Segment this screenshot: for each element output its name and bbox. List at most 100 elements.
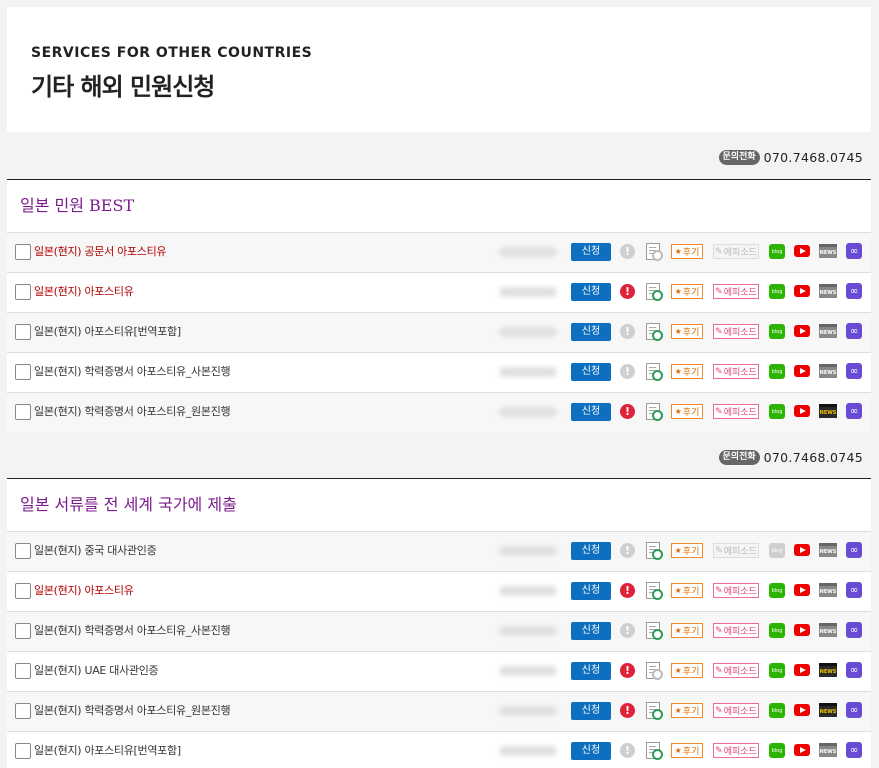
apply-button[interactable]: 신청 [571, 403, 611, 421]
warning-icon[interactable]: ! [620, 663, 635, 678]
youtube-icon[interactable] [794, 285, 810, 297]
service-name[interactable]: 일본(현지) 아포스티유[번역포함] [34, 732, 181, 768]
youtube-icon[interactable] [794, 405, 810, 417]
review-button[interactable]: 후기 [671, 543, 703, 558]
warning-icon[interactable]: ! [620, 703, 635, 718]
episode-button[interactable]: 에피소드 [713, 623, 759, 638]
news-icon[interactable]: NEWS [819, 703, 837, 717]
episode-button[interactable]: 에피소드 [713, 404, 759, 419]
review-button[interactable]: 후기 [671, 324, 703, 339]
link-icon[interactable]: ∞ [846, 283, 862, 299]
news-icon[interactable]: NEWS [819, 623, 837, 637]
warning-icon[interactable]: ! [620, 404, 635, 419]
apply-button[interactable]: 신청 [571, 363, 611, 381]
news-icon[interactable]: NEWS [819, 583, 837, 597]
service-name[interactable]: 일본(현지) 학력증명서 아포스티유_사본진행 [34, 612, 231, 649]
warning-icon[interactable]: ! [620, 623, 635, 638]
youtube-icon[interactable] [794, 744, 810, 756]
warning-icon[interactable]: ! [620, 284, 635, 299]
document-search-icon[interactable] [646, 582, 663, 600]
apply-button[interactable]: 신청 [571, 582, 611, 600]
link-icon[interactable]: ∞ [846, 542, 862, 558]
youtube-icon[interactable] [794, 584, 810, 596]
blog-icon[interactable]: blog [769, 663, 785, 678]
apply-button[interactable]: 신청 [571, 702, 611, 720]
blog-icon[interactable]: blog [769, 703, 785, 718]
review-button[interactable]: 후기 [671, 364, 703, 379]
link-icon[interactable]: ∞ [846, 582, 862, 598]
review-button[interactable]: 후기 [671, 623, 703, 638]
news-icon[interactable]: NEWS [819, 244, 837, 258]
document-search-icon[interactable] [646, 622, 663, 640]
warning-icon[interactable]: ! [620, 364, 635, 379]
episode-button[interactable]: 에피소드 [713, 583, 759, 598]
service-name[interactable]: 일본(현지) 아포스티유 [34, 273, 134, 310]
warning-icon[interactable]: ! [620, 583, 635, 598]
document-search-icon[interactable] [646, 542, 663, 560]
news-icon[interactable]: NEWS [819, 284, 837, 298]
blog-icon[interactable]: blog [769, 284, 785, 299]
row-checkbox[interactable] [15, 583, 31, 599]
link-icon[interactable]: ∞ [846, 403, 862, 419]
service-name[interactable]: 일본(현지) 공문서 아포스티유 [34, 233, 167, 270]
episode-button[interactable]: 에피소드 [713, 743, 759, 758]
document-search-icon[interactable] [646, 403, 663, 421]
document-search-icon[interactable] [646, 742, 663, 760]
service-name[interactable]: 일본(현지) 중국 대사관인증 [34, 532, 157, 569]
link-icon[interactable]: ∞ [846, 662, 862, 678]
row-checkbox[interactable] [15, 404, 31, 420]
review-button[interactable]: 후기 [671, 743, 703, 758]
episode-button[interactable]: 에피소드 [713, 703, 759, 718]
document-search-icon[interactable] [646, 702, 663, 720]
row-checkbox[interactable] [15, 623, 31, 639]
document-search-icon[interactable] [646, 323, 663, 341]
row-checkbox[interactable] [15, 663, 31, 679]
link-icon[interactable]: ∞ [846, 243, 862, 259]
row-checkbox[interactable] [15, 743, 31, 759]
episode-button[interactable]: 에피소드 [713, 284, 759, 299]
service-name[interactable]: 일본(현지) 아포스티유 [34, 572, 134, 609]
blog-icon[interactable]: blog [769, 623, 785, 638]
review-button[interactable]: 후기 [671, 284, 703, 299]
apply-button[interactable]: 신청 [571, 243, 611, 261]
warning-icon[interactable]: ! [620, 743, 635, 758]
apply-button[interactable]: 신청 [571, 283, 611, 301]
row-checkbox[interactable] [15, 364, 31, 380]
link-icon[interactable]: ∞ [846, 363, 862, 379]
row-checkbox[interactable] [15, 324, 31, 340]
episode-button[interactable]: 에피소드 [713, 244, 759, 259]
warning-icon[interactable]: ! [620, 244, 635, 259]
document-search-icon[interactable] [646, 243, 663, 261]
blog-icon[interactable]: blog [769, 583, 785, 598]
service-name[interactable]: 일본(현지) 학력증명서 아포스티유_사본진행 [34, 353, 231, 390]
apply-button[interactable]: 신청 [571, 323, 611, 341]
review-button[interactable]: 후기 [671, 663, 703, 678]
row-checkbox[interactable] [15, 543, 31, 559]
blog-icon[interactable]: blog [769, 743, 785, 758]
episode-button[interactable]: 에피소드 [713, 364, 759, 379]
review-button[interactable]: 후기 [671, 404, 703, 419]
episode-button[interactable]: 에피소드 [713, 324, 759, 339]
review-button[interactable]: 후기 [671, 703, 703, 718]
youtube-icon[interactable] [794, 365, 810, 377]
youtube-icon[interactable] [794, 544, 810, 556]
apply-button[interactable]: 신청 [571, 542, 611, 560]
episode-button[interactable]: 에피소드 [713, 663, 759, 678]
youtube-icon[interactable] [794, 704, 810, 716]
news-icon[interactable]: NEWS [819, 324, 837, 338]
row-checkbox[interactable] [15, 284, 31, 300]
news-icon[interactable]: NEWS [819, 663, 837, 677]
document-search-icon[interactable] [646, 283, 663, 301]
news-icon[interactable]: NEWS [819, 743, 837, 757]
link-icon[interactable]: ∞ [846, 742, 862, 758]
blog-icon[interactable]: blog [769, 324, 785, 339]
document-search-icon[interactable] [646, 363, 663, 381]
apply-button[interactable]: 신청 [571, 622, 611, 640]
youtube-icon[interactable] [794, 245, 810, 257]
apply-button[interactable]: 신청 [571, 742, 611, 760]
review-button[interactable]: 후기 [671, 244, 703, 259]
link-icon[interactable]: ∞ [846, 702, 862, 718]
youtube-icon[interactable] [794, 325, 810, 337]
document-search-icon[interactable] [646, 662, 663, 680]
blog-icon[interactable]: blog [769, 404, 785, 419]
